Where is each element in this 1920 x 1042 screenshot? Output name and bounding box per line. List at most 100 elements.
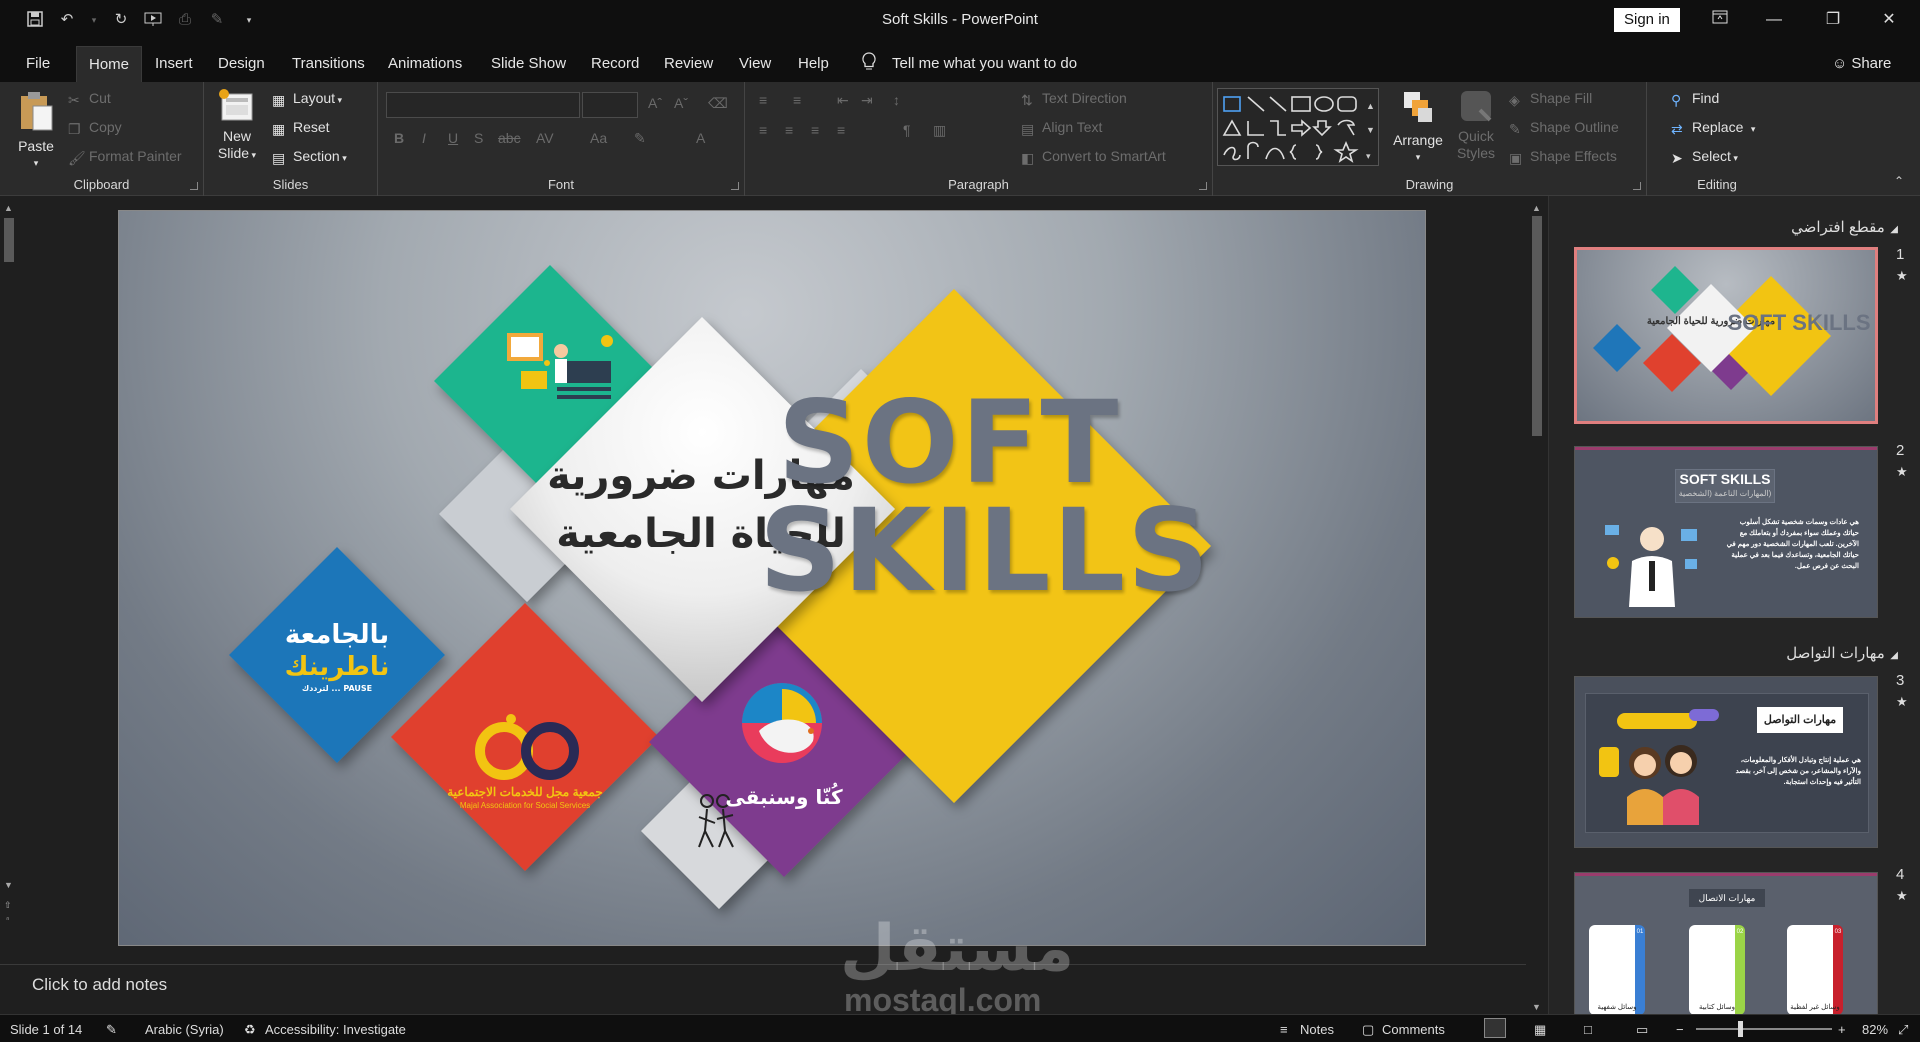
change-case-icon[interactable]: Aa	[590, 130, 607, 146]
format-painter-button[interactable]: 🖌 Format Painter	[68, 148, 182, 166]
comments-icon[interactable]: ▢	[1362, 1022, 1374, 1038]
bullets-icon[interactable]: ≡	[759, 92, 767, 108]
pen-icon[interactable]: ✎	[208, 11, 226, 29]
close-icon[interactable]: ✕	[1866, 0, 1912, 40]
highlight-icon[interactable]: ✎	[634, 130, 646, 147]
print-icon[interactable]: ⎙	[176, 11, 194, 29]
share-button[interactable]: ☺ Share	[1832, 46, 1891, 82]
restore-icon[interactable]: ❐	[1810, 0, 1856, 40]
increase-indent-icon[interactable]: ⇥	[861, 92, 873, 109]
notes-pane[interactable]: Click to add notes	[0, 964, 1526, 1012]
minimize-icon[interactable]: —	[1751, 0, 1797, 40]
left-scrollbar[interactable]: ▲ ▼ ⇧ ⇩	[2, 200, 16, 926]
convert-smartart-button[interactable]: ◧ Convert to SmartArt	[1021, 148, 1166, 166]
slide-sorter-icon[interactable]: ▦	[1534, 1022, 1546, 1038]
notes-toggle-icon[interactable]: ≡	[1280, 1022, 1288, 1037]
right-scrollbar[interactable]: ▲ ▼	[1530, 200, 1544, 1012]
copy-button[interactable]: ❐ Copy	[68, 119, 122, 137]
align-center-icon[interactable]: ≡	[785, 122, 793, 138]
fit-to-window-icon[interactable]: ⤢	[1898, 1022, 1908, 1038]
sign-in-button[interactable]: Sign in	[1614, 8, 1680, 32]
arrange-button[interactable]: Arrange ▾	[1391, 88, 1445, 166]
decrease-indent-icon[interactable]: ⇤	[837, 92, 849, 109]
slideshow-view-icon[interactable]: ▭	[1636, 1022, 1648, 1038]
justify-icon[interactable]: ≡	[837, 122, 845, 138]
undo-dropdown-icon[interactable]: ▾	[90, 11, 98, 29]
redo-icon[interactable]: ↻	[112, 11, 130, 29]
tab-file[interactable]: File	[14, 46, 62, 82]
notes-placeholder[interactable]: Click to add notes	[32, 975, 167, 995]
columns-icon[interactable]: ▥	[933, 122, 946, 139]
zoom-slider[interactable]	[1696, 1028, 1832, 1030]
paragraph-launcher-icon[interactable]	[1199, 182, 1207, 190]
tab-help[interactable]: Help	[786, 46, 841, 82]
notes-toggle[interactable]: Notes	[1300, 1022, 1334, 1037]
normal-view-icon[interactable]	[1484, 1018, 1506, 1038]
new-slide-button[interactable]: New Slide ▾	[214, 88, 260, 164]
bold-icon[interactable]: B	[394, 130, 404, 146]
numbering-icon[interactable]: ≡	[793, 92, 801, 108]
section-collapse-icon-2[interactable]: ◢	[1885, 650, 1898, 661]
thumb-slide-2[interactable]: SOFT SKILLS (المهارات الناعمة (الشخصية ه…	[1574, 446, 1878, 618]
decrease-font-icon[interactable]: Aˇ	[674, 95, 688, 111]
tab-insert[interactable]: Insert	[143, 46, 205, 82]
thumb-slide-3[interactable]: مهارات التواصل هي عملية إنتاج وتبادل الأ…	[1574, 676, 1878, 848]
tab-design[interactable]: Design	[206, 46, 277, 82]
paste-button[interactable]: Paste ▾	[14, 90, 58, 172]
select-button[interactable]: ➤ Select ▾	[1671, 148, 1738, 166]
slide-canvas[interactable]: مهارات ضرورية للحياة الجامعية SOFT SKILL…	[118, 210, 1426, 946]
underline-icon[interactable]: U	[448, 130, 458, 146]
font-launcher-icon[interactable]	[731, 182, 739, 190]
thumb-slide-4[interactable]: مهارات الاتصال وسائل شفهية 01 وسائل كتاب…	[1574, 872, 1878, 1014]
tell-me-search[interactable]: Tell me what you want to do	[862, 46, 1077, 82]
section-communication[interactable]: ◢ مهارات التواصل	[1786, 644, 1898, 662]
zoom-slider-thumb[interactable]	[1738, 1021, 1743, 1037]
customize-qat-icon[interactable]: ▾	[240, 11, 258, 29]
tab-record[interactable]: Record	[579, 46, 651, 82]
collapse-ribbon-icon[interactable]: ⌃	[1894, 174, 1904, 188]
tab-transitions[interactable]: Transitions	[280, 46, 377, 82]
font-color-icon[interactable]: A	[696, 130, 705, 146]
clipboard-launcher-icon[interactable]	[190, 182, 198, 190]
increase-font-icon[interactable]: Aˆ	[648, 95, 662, 111]
language-indicator[interactable]: Arabic (Syria)	[145, 1022, 224, 1037]
zoom-out-icon[interactable]: −	[1676, 1022, 1684, 1037]
strikethrough-icon[interactable]: abc	[498, 130, 521, 146]
slide-counter[interactable]: Slide 1 of 14	[10, 1022, 82, 1037]
align-right-icon[interactable]: ≡	[811, 122, 819, 138]
start-from-beginning-icon[interactable]	[144, 11, 162, 29]
align-text-button[interactable]: ▤ Align Text	[1021, 119, 1102, 137]
drawing-launcher-icon[interactable]	[1633, 182, 1641, 190]
zoom-in-icon[interactable]: +	[1838, 1022, 1846, 1037]
tab-animations[interactable]: Animations	[376, 46, 474, 82]
line-spacing-icon[interactable]: ↕	[893, 92, 900, 108]
save-icon[interactable]	[26, 11, 44, 29]
zoom-level[interactable]: 82%	[1862, 1022, 1888, 1037]
align-left-icon[interactable]: ≡	[759, 122, 767, 138]
undo-icon[interactable]: ↶	[58, 11, 76, 29]
find-button[interactable]: ⚲ Find	[1671, 90, 1719, 108]
tab-slide-show[interactable]: Slide Show	[479, 46, 578, 82]
reading-view-icon[interactable]: □	[1584, 1022, 1592, 1037]
thumb-slide-1[interactable]: مهارات ضرورية للحياة الجامعية SOFT SKILL…	[1574, 247, 1878, 424]
clear-formatting-icon[interactable]: ⌫	[708, 95, 728, 112]
section-default[interactable]: ◢ مقطع افتراضي	[1791, 218, 1898, 236]
font-name-box[interactable]	[386, 92, 580, 118]
reset-button[interactable]: ▦ Reset	[272, 119, 330, 137]
character-spacing-icon[interactable]: AV	[536, 130, 554, 146]
section-collapse-icon[interactable]: ◢	[1885, 224, 1898, 235]
shapes-gallery[interactable]: ▲ ▼ ▾	[1217, 88, 1379, 166]
shape-effects-button[interactable]: ▣ Shape Effects	[1509, 148, 1617, 166]
cut-button[interactable]: ✂ Cut	[68, 90, 111, 108]
spelling-check-icon[interactable]: ✎	[106, 1022, 117, 1038]
section-button[interactable]: ▤ Section ▾	[272, 148, 347, 166]
shadow-icon[interactable]: S	[474, 130, 483, 146]
shape-fill-button[interactable]: ◈ Shape Fill	[1509, 90, 1592, 108]
tab-view[interactable]: View	[727, 46, 783, 82]
tab-review[interactable]: Review	[652, 46, 725, 82]
layout-button[interactable]: ▦ Layout ▾	[272, 90, 342, 108]
quick-styles-button[interactable]: Quick Styles	[1451, 88, 1501, 162]
comments-toggle[interactable]: Comments	[1382, 1022, 1445, 1037]
ribbon-display-options-icon[interactable]	[1697, 0, 1743, 40]
tab-home[interactable]: Home	[76, 46, 143, 82]
